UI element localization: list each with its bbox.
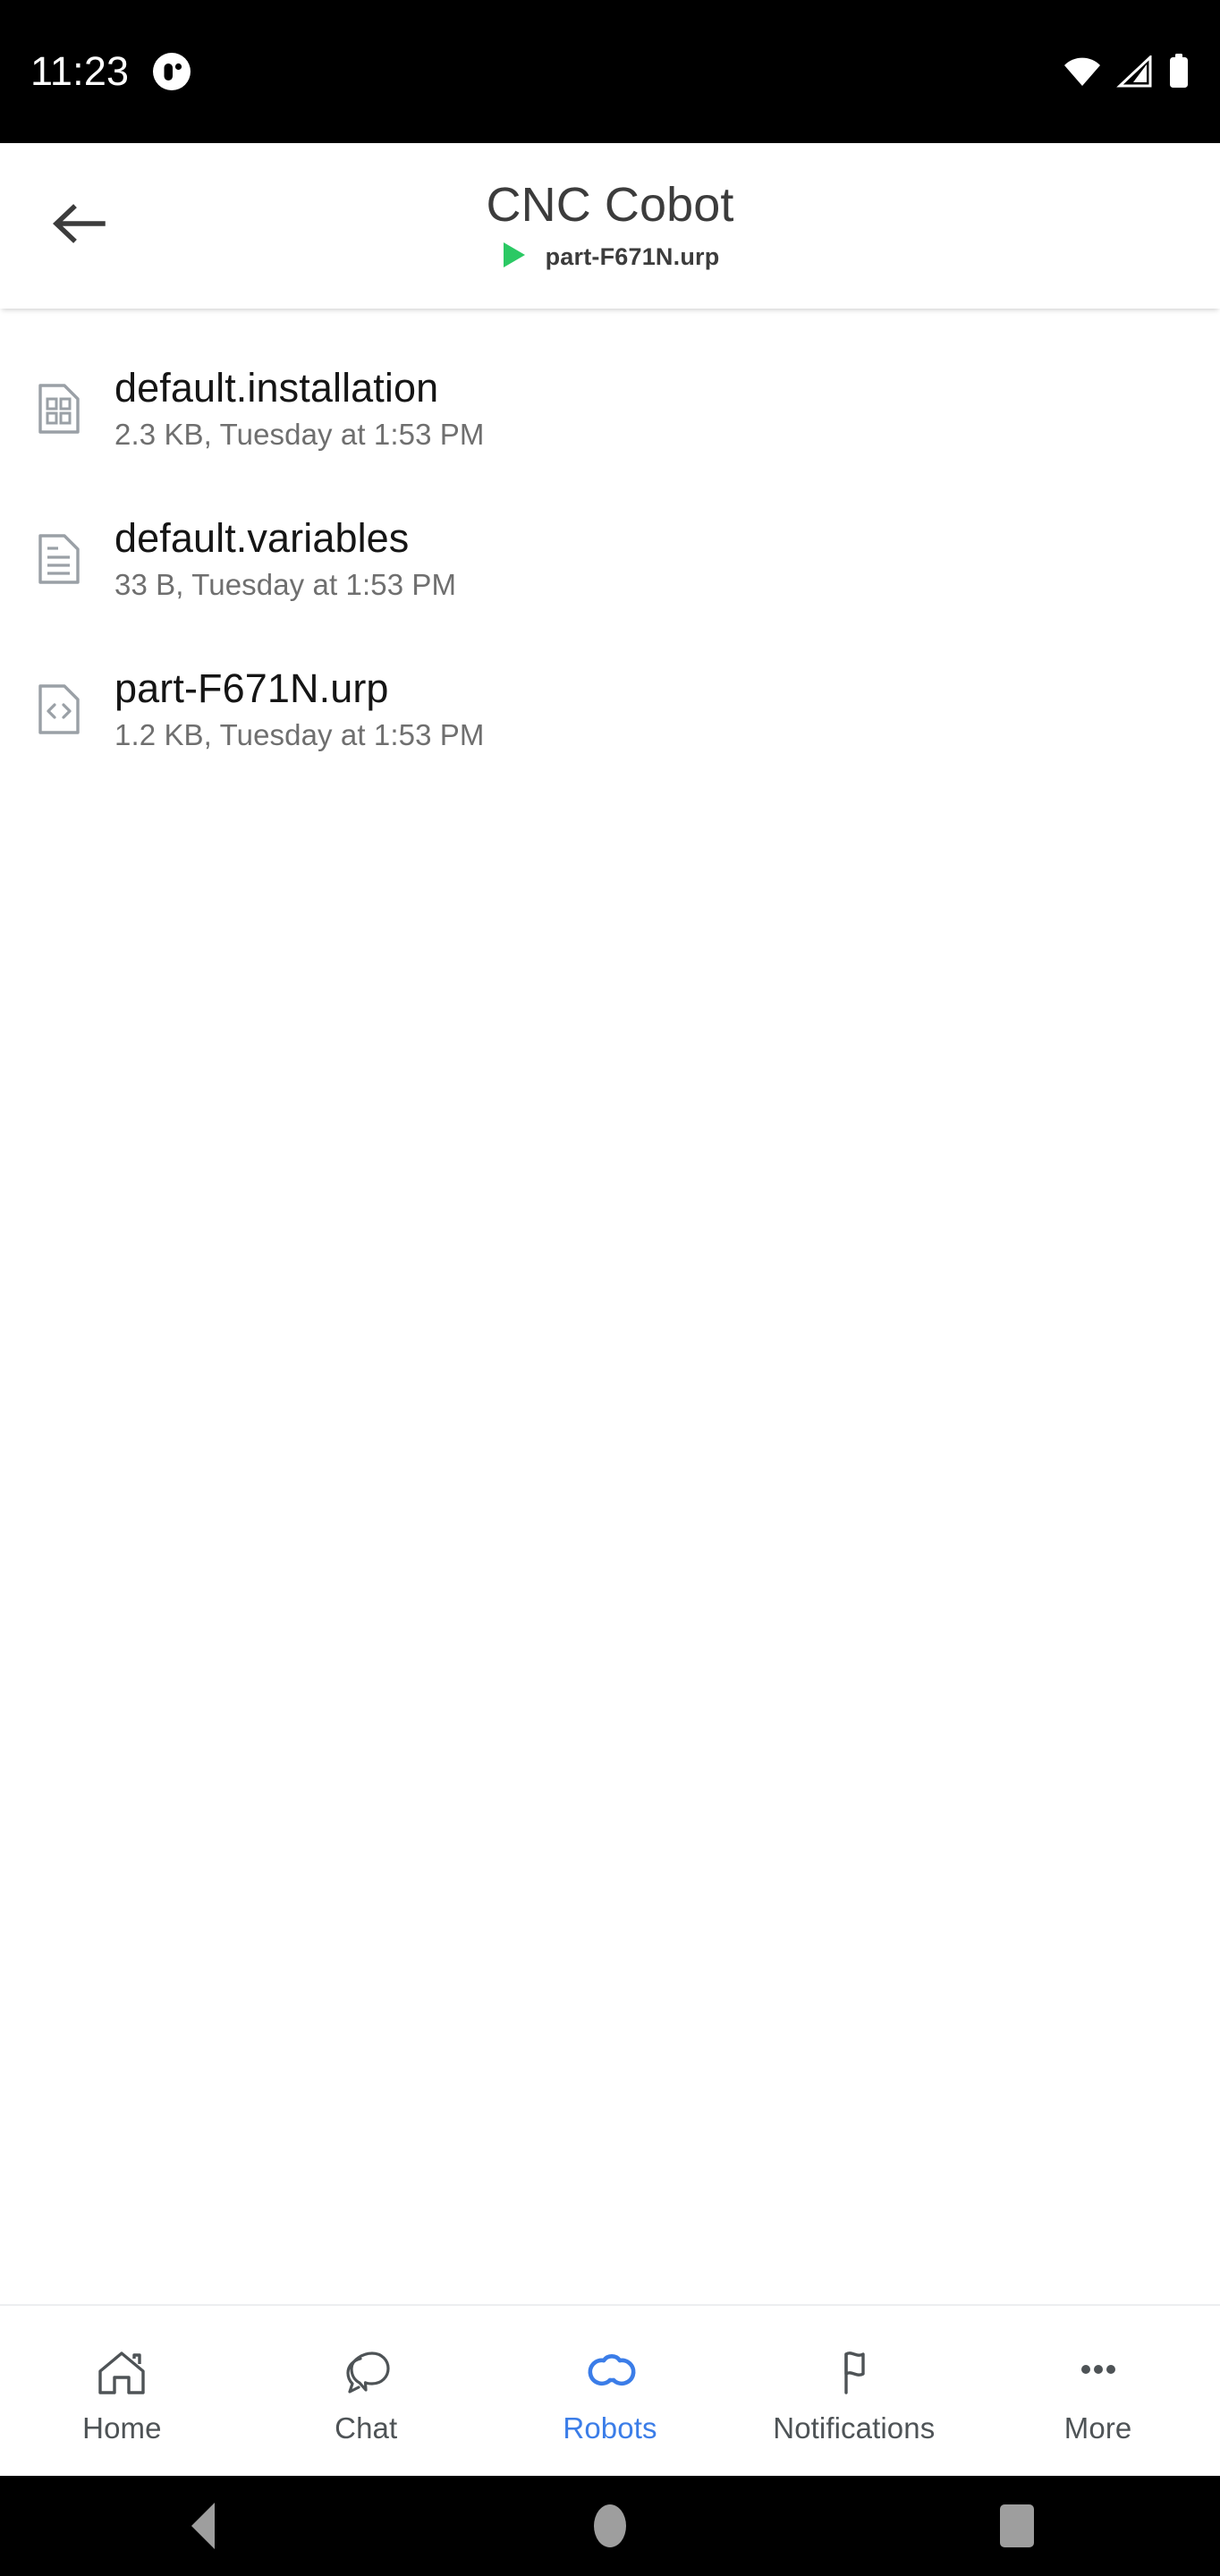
- system-recents-icon: [999, 2504, 1034, 2547]
- more-dots-icon: [1072, 2345, 1125, 2401]
- file-name: default.installation: [114, 365, 439, 411]
- list-item[interactable]: part-F671N.urp 1.2 KB, Tuesday at 1:53 P…: [0, 634, 1220, 784]
- nav-label-more: More: [1063, 2411, 1132, 2445]
- file-list: default.installation 2.3 KB, Tuesday at …: [0, 309, 1220, 2304]
- robot-notification-icon: [152, 52, 191, 91]
- list-item-text: default.installation 2.3 KB, Tuesday at …: [114, 365, 485, 451]
- status-bar-right: [1063, 54, 1190, 89]
- system-home-icon: [593, 2504, 626, 2547]
- page-title: CNC Cobot: [486, 177, 734, 232]
- phone-screen: 11:23 CNC Cobot part-F671N.urp default.i…: [0, 0, 1220, 2576]
- file-meta: 33 B, Tuesday at 1:53 PM: [114, 567, 457, 601]
- file-meta: 2.3 KB, Tuesday at 1:53 PM: [114, 417, 485, 451]
- app-header: CNC Cobot part-F671N.urp: [0, 143, 1220, 309]
- file-name: default.variables: [114, 515, 410, 562]
- system-home-button[interactable]: [530, 2476, 690, 2576]
- nav-label-chat: Chat: [335, 2411, 398, 2445]
- play-icon: [501, 241, 528, 274]
- nav-item-chat[interactable]: Chat: [244, 2306, 488, 2476]
- bottom-navigation: Home Chat Robots Notifications More: [0, 2304, 1220, 2476]
- chat-icon: [339, 2345, 393, 2401]
- wifi-icon: [1063, 55, 1102, 88]
- status-bar-clock: 11:23: [30, 48, 130, 94]
- status-bar-left: 11:23: [30, 48, 191, 95]
- running-program[interactable]: part-F671N.urp: [501, 241, 720, 274]
- list-item[interactable]: default.variables 33 B, Tuesday at 1:53 …: [0, 484, 1220, 634]
- system-back-icon: [191, 2503, 216, 2549]
- file-name: part-F671N.urp: [114, 665, 389, 712]
- back-button[interactable]: [36, 183, 122, 269]
- system-recents-button[interactable]: [936, 2476, 1097, 2576]
- nav-item-notifications[interactable]: Notifications: [732, 2306, 976, 2476]
- binary-file-icon: [34, 384, 84, 434]
- home-icon: [95, 2345, 148, 2401]
- file-meta: 1.2 KB, Tuesday at 1:53 PM: [114, 717, 485, 751]
- header-title-group: CNC Cobot part-F671N.urp: [0, 143, 1220, 309]
- system-back-button[interactable]: [123, 2476, 284, 2576]
- nav-item-robots[interactable]: Robots: [488, 2306, 733, 2476]
- robots-icon: [582, 2345, 638, 2401]
- program-name-label: part-F671N.urp: [545, 243, 720, 271]
- status-bar: 11:23: [0, 0, 1220, 143]
- nav-label-notifications: Notifications: [773, 2411, 936, 2445]
- system-navigation-bar: [0, 2476, 1220, 2576]
- code-file-icon: [34, 684, 84, 734]
- nav-label-robots: Robots: [563, 2411, 657, 2445]
- list-item[interactable]: default.installation 2.3 KB, Tuesday at …: [0, 334, 1220, 484]
- text-file-icon: [34, 534, 84, 584]
- list-item-text: part-F671N.urp 1.2 KB, Tuesday at 1:53 P…: [114, 665, 485, 751]
- nav-item-more[interactable]: More: [976, 2306, 1220, 2476]
- list-item-text: default.variables 33 B, Tuesday at 1:53 …: [114, 515, 457, 601]
- notifications-flag-icon: [827, 2345, 881, 2401]
- nav-label-home: Home: [82, 2411, 162, 2445]
- nav-item-home[interactable]: Home: [0, 2306, 244, 2476]
- battery-full-icon: [1168, 54, 1190, 89]
- back-arrow-icon: [52, 200, 106, 251]
- cellular-signal-icon: [1116, 55, 1154, 88]
